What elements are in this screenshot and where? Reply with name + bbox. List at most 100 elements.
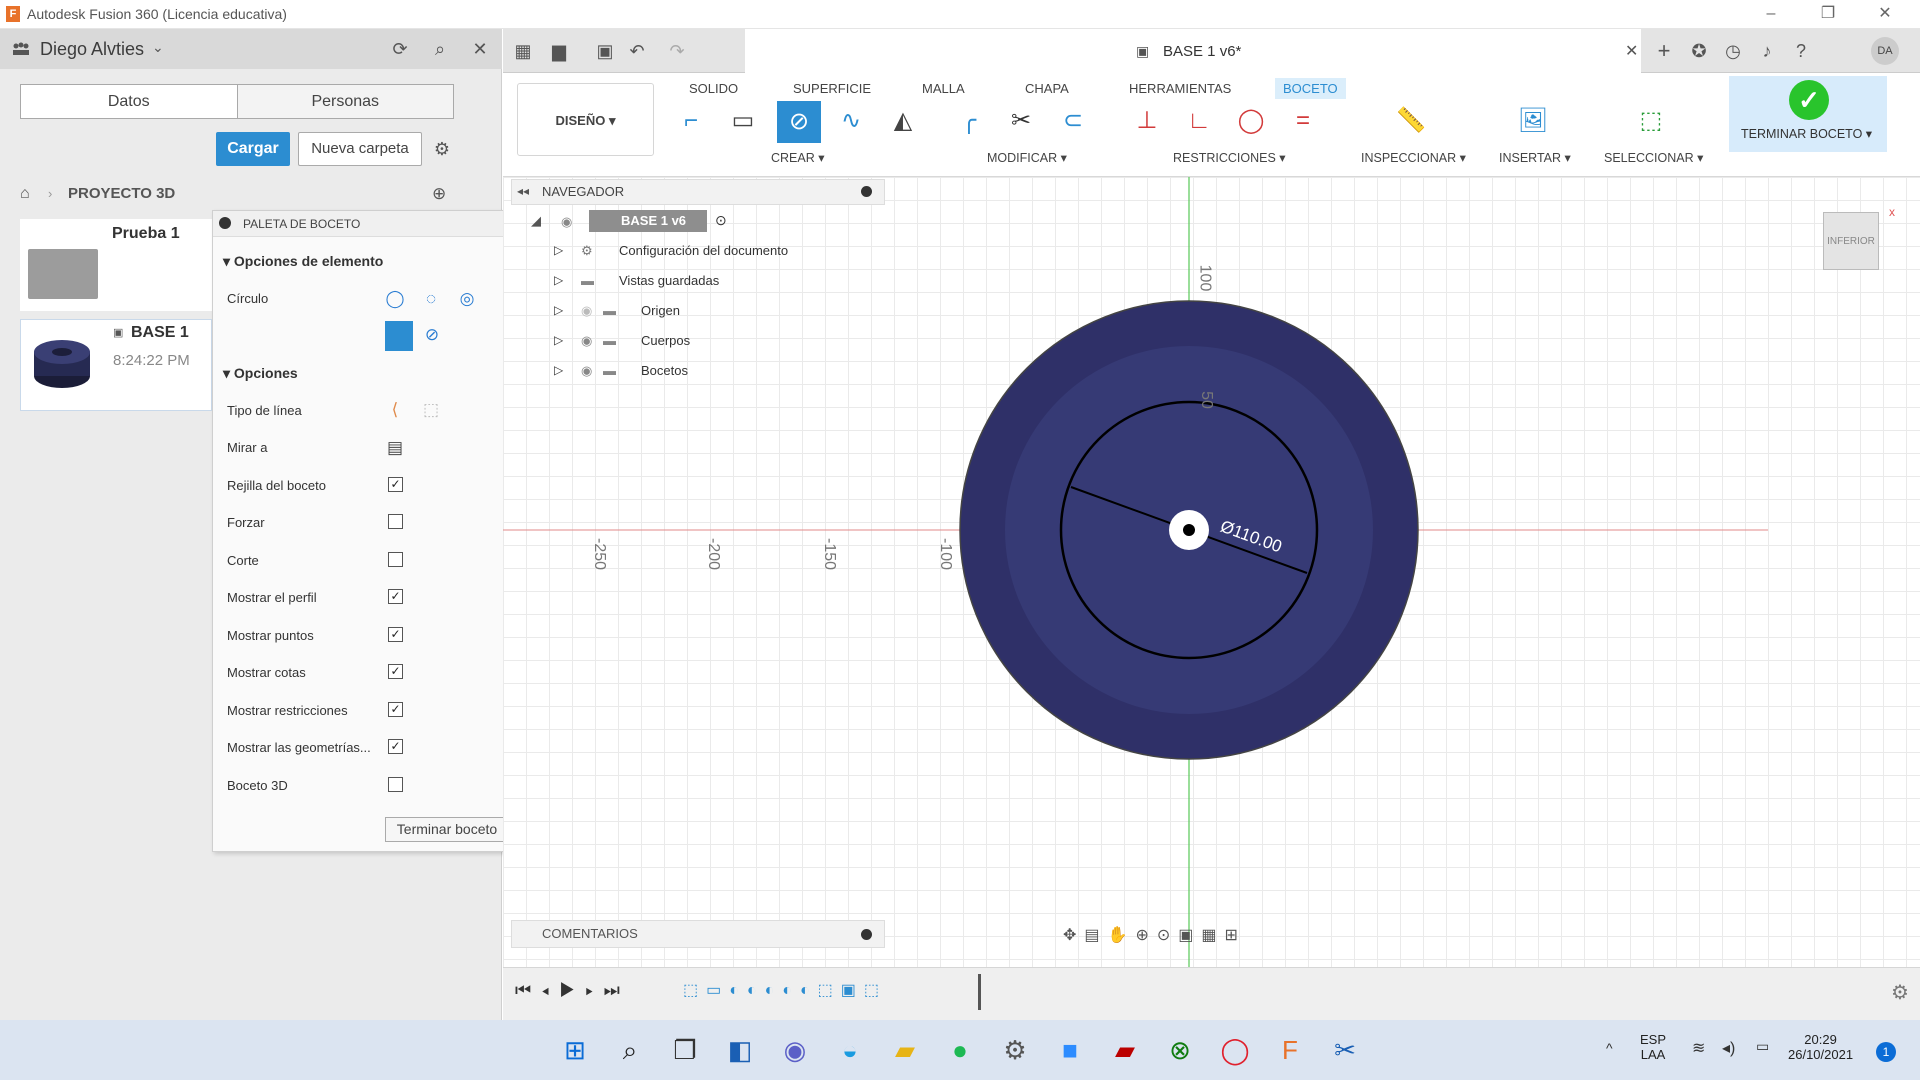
fit-icon[interactable]: ⊙ [1157, 927, 1178, 944]
expand-icon[interactable]: ▷ [554, 303, 566, 317]
language-indicator[interactable]: ESP LAA [1640, 1032, 1666, 1062]
task-view-icon[interactable]: ❐ [665, 1030, 705, 1070]
collapse-navigator-icon[interactable]: ◂◂ [517, 184, 529, 198]
group-create[interactable]: CREAR ▾ [771, 150, 825, 165]
checkbox-sketch-grid[interactable]: ✓ [388, 477, 403, 492]
look-at-icon[interactable]: ▤ [1084, 927, 1107, 944]
minimize-button[interactable]: – [1748, 2, 1794, 26]
next-step-icon[interactable]: ▸ [585, 980, 603, 1000]
offset-tool-icon[interactable]: ⊂ [1055, 103, 1091, 139]
timeline-settings-icon[interactable]: ⚙ [1891, 980, 1909, 1005]
user-menu[interactable]: Diego Alvties [40, 39, 144, 60]
group-select[interactable]: SELECCIONAR ▾ [1604, 150, 1703, 165]
home-icon[interactable]: ⌂ [20, 185, 30, 203]
checkbox-show-constraints[interactable]: ✓ [388, 702, 403, 717]
rectangle-tool-icon[interactable]: ▭ [725, 103, 761, 139]
volume-icon[interactable]: ◂) [1722, 1038, 1735, 1058]
select-window-icon[interactable]: ⬚ [1633, 103, 1669, 139]
feature-sketch-icon[interactable]: ⬚ [864, 982, 887, 999]
avatar[interactable]: DA [1871, 37, 1899, 65]
tab-boceto[interactable]: BOCETO [1275, 78, 1346, 99]
checkbox-show-profile[interactable]: ✓ [388, 589, 403, 604]
visibility-eye-icon[interactable]: ◉ [581, 333, 592, 349]
viewports-icon[interactable]: ⊞ [1225, 927, 1246, 944]
feature-revolve-icon[interactable]: ◐ [800, 982, 818, 999]
zoom-icon[interactable]: ■ [1050, 1030, 1090, 1070]
battery-icon[interactable]: ▭ [1756, 1038, 1769, 1055]
fillet-tool-icon[interactable]: ╭ [951, 103, 987, 139]
app-icon[interactable]: ▰ [1105, 1030, 1145, 1070]
first-step-icon[interactable]: ⏮ [515, 980, 541, 1000]
tab-malla[interactable]: MALLA [922, 81, 965, 96]
comments-panel[interactable]: COMENTARIOS [511, 920, 885, 948]
construction-line-icon[interactable]: ⟨ [385, 400, 405, 420]
app-grid-icon[interactable]: ▦ [511, 39, 535, 63]
feature-revolve-icon[interactable]: ◐ [747, 982, 765, 999]
xbox-icon[interactable]: ⊗ [1160, 1030, 1200, 1070]
chevron-up-icon[interactable]: ^ [1606, 1040, 1613, 1056]
chevron-down-icon[interactable]: ⌄ [152, 39, 164, 56]
redo-icon[interactable]: ↷ [665, 39, 689, 63]
center-circle-icon[interactable]: ◯ [385, 289, 405, 309]
feature-extrude-icon[interactable]: ▭ [706, 982, 729, 999]
nav-item[interactable]: ▷ ◉ ▬ Bocetos [511, 363, 831, 387]
restore-button[interactable]: ❐ [1805, 2, 1851, 26]
centerline-icon[interactable]: ⬚ [421, 400, 441, 420]
checkbox-slice[interactable] [388, 552, 403, 567]
checkbox-snap[interactable] [388, 514, 403, 529]
equal-icon[interactable]: = [1285, 103, 1321, 139]
group-constraints[interactable]: RESTRICCIONES ▾ [1173, 150, 1286, 165]
refresh-icon[interactable]: ⟳ [388, 37, 412, 61]
tab-herramientas[interactable]: HERRAMIENTAS [1129, 81, 1231, 96]
help-icon[interactable]: ? [1789, 39, 1813, 63]
diameter-circle-icon[interactable]: ⊘ [422, 325, 442, 345]
close-tab-icon[interactable]: ✕ [1625, 41, 1638, 61]
undo-icon[interactable]: ↶ [625, 39, 649, 63]
feature-revolve-icon[interactable]: ◐ [729, 982, 747, 999]
filled-circle-icon[interactable] [385, 321, 413, 351]
settings-gear-icon[interactable]: ⚙ [430, 137, 454, 161]
checkbox-show-dimensions[interactable]: ✓ [388, 664, 403, 679]
insert-image-icon[interactable]: 🖼 [1515, 103, 1551, 139]
nav-item[interactable]: ▷ ▬ Vistas guardadas [511, 273, 831, 297]
checkbox-3d-sketch[interactable] [388, 777, 403, 792]
previous-step-icon[interactable]: ◂ [541, 980, 559, 1000]
spline-tool-icon[interactable]: ∿ [833, 103, 869, 139]
new-tab-icon[interactable]: + [1652, 39, 1676, 63]
feature-revolve-icon[interactable]: ◐ [782, 982, 800, 999]
feature-body-icon[interactable]: ▣ [841, 982, 864, 999]
add-comment-icon[interactable] [861, 929, 872, 940]
tab-chapa[interactable]: CHAPA [1025, 81, 1069, 96]
widgets-icon[interactable]: ◧ [720, 1030, 760, 1070]
feature-sketch-icon[interactable]: ⬚ [683, 982, 706, 999]
tangent-icon[interactable]: ◯ [1233, 103, 1269, 139]
sketch-canvas[interactable]: Ø110.00 -250 -200 -150 -100 100 50 NAVEG… [503, 177, 1920, 967]
share-globe-icon[interactable]: ⊕ [432, 184, 446, 204]
edge-icon[interactable]: ◒ [830, 1030, 870, 1070]
activate-radio-icon[interactable]: ⊙ [715, 212, 727, 229]
tab-datos[interactable]: Datos [21, 85, 237, 118]
finish-sketch-button[interactable]: Terminar boceto [385, 817, 509, 842]
two-point-circle-icon[interactable]: ◌ [421, 289, 441, 309]
collapse-palette-icon[interactable] [219, 217, 231, 229]
start-windows-icon[interactable]: ⊞ [555, 1030, 595, 1070]
clock[interactable]: 20:29 26/10/2021 [1788, 1032, 1853, 1062]
extensions-icon[interactable]: ✪ [1687, 39, 1711, 63]
section-options[interactable]: ▾ Opciones [223, 365, 298, 382]
group-insert[interactable]: INSERTAR ▾ [1499, 150, 1571, 165]
horizontal-vertical-icon[interactable]: ∟ [1181, 103, 1217, 139]
snipping-tool-icon[interactable]: ✂ [1325, 1030, 1365, 1070]
upload-button[interactable]: Cargar [216, 132, 290, 166]
last-step-icon[interactable]: ⏭ [604, 980, 630, 1000]
play-icon[interactable]: ▶ [559, 980, 585, 1000]
timeline-marker[interactable] [978, 974, 981, 1010]
group-inspect[interactable]: INSPECCIONAR ▾ [1361, 150, 1466, 165]
tab-personas[interactable]: Personas [236, 85, 453, 118]
workspace-menu[interactable]: DISEÑO ▾ [517, 83, 654, 156]
circle-tool-icon[interactable]: ⊘ [777, 101, 821, 143]
measure-icon[interactable]: 📏 [1393, 103, 1429, 139]
nav-item[interactable]: ▷ ◉ ▬ Origen [511, 303, 831, 327]
tab-superficie[interactable]: SUPERFICIE [793, 81, 871, 96]
settings-icon[interactable]: ⚙ [995, 1030, 1035, 1070]
file-card-prueba[interactable]: Prueba 1 [20, 219, 212, 311]
